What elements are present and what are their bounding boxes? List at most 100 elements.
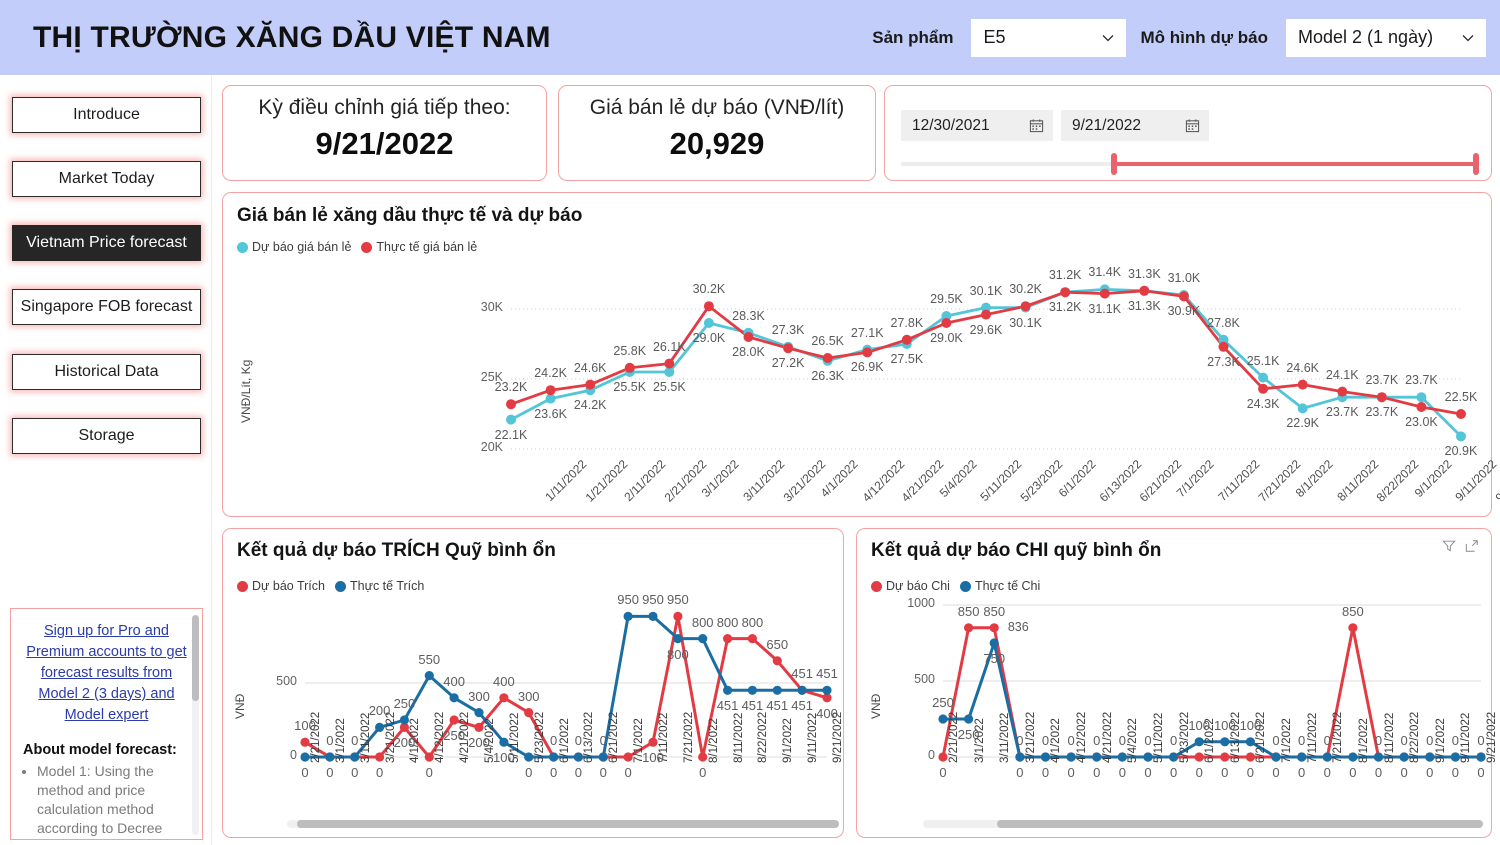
calendar-icon[interactable]	[1185, 118, 1200, 133]
data-label: 26.3K	[811, 368, 844, 383]
data-label: 0	[301, 765, 309, 780]
data-label: 29.0K	[930, 331, 963, 345]
data-label: 100	[1239, 717, 1262, 733]
data-label: 650	[766, 636, 789, 652]
kpi-value: 9/21/2022	[315, 126, 454, 161]
sidebar-item-label: Singapore FOB forecast	[20, 298, 193, 315]
calendar-icon[interactable]	[1029, 118, 1044, 133]
data-label: 0	[599, 733, 607, 748]
signup-link[interactable]: Sign up for Pro and Premium accounts to …	[23, 621, 190, 726]
data-label: 31.0K	[1167, 271, 1201, 285]
about-model-item: Model 1: Using the method and price calc…	[37, 762, 190, 839]
sidebar-item-singapore-fob-forecast[interactable]: Singapore FOB forecast	[12, 289, 201, 325]
data-label: 850	[1342, 603, 1364, 619]
date-slider-handle-end[interactable]	[1473, 153, 1479, 175]
y-axis-tick: 1000	[907, 596, 935, 610]
chart-scrollbar-thumb[interactable]	[997, 820, 1483, 828]
sidebar-item-storage[interactable]: Storage	[12, 418, 201, 454]
data-label: 27.8K	[1207, 315, 1240, 330]
kpi-card-forecast-price: Giá bán lẻ dự báo (VNĐ/lít) 20,929	[558, 85, 876, 181]
data-label: 22.5K	[1444, 390, 1478, 404]
data-label: 24.3K	[1246, 396, 1280, 411]
data-label: 451	[816, 666, 838, 682]
data-label: 300	[468, 688, 490, 704]
model-slicer[interactable]: Model 2 (1 ngày)	[1286, 18, 1486, 57]
data-label: 400	[816, 705, 838, 721]
header-controls: Sản phẩm E5 Mô hình dự báo Model 2 (1 ng…	[872, 18, 1500, 57]
data-label: 30.1K	[969, 283, 1003, 298]
data-label: 29.0K	[692, 331, 726, 345]
sidebar-item-label: Vietnam Price forecast	[26, 234, 187, 251]
data-label: 0	[624, 765, 632, 780]
y-axis-tick: 500	[914, 672, 935, 686]
x-axis-tick: 8/22/2022	[757, 711, 770, 763]
data-label: 20.9K	[1444, 444, 1478, 459]
sidebar-item-market-today[interactable]: Market Today	[12, 161, 201, 197]
data-label: 30.2K	[692, 282, 726, 297]
data-label: 0	[1169, 733, 1178, 748]
x-axis-tick: 8/1/2022	[707, 718, 720, 763]
kpi-value: 20,929	[669, 126, 765, 161]
data-label: 0	[525, 765, 533, 780]
data-label: 400	[443, 673, 465, 689]
data-label: 800	[741, 614, 764, 630]
data-label: 27.1K	[850, 325, 884, 340]
data-label: 400	[492, 673, 515, 689]
about-model-list: Model 1: Using the method and price calc…	[23, 762, 190, 839]
sidebar-item-historical-data[interactable]: Historical Data	[12, 354, 201, 390]
data-label: 31.1K	[1088, 301, 1122, 316]
data-label: 24.1K	[1325, 367, 1359, 382]
chevron-down-icon[interactable]	[1100, 30, 1116, 46]
start-date-value: 12/30/2021	[912, 116, 990, 134]
chi-fund-chart-panel: Kết quả dự báo CHI quỹ bình ổn Dự báo Ch…	[856, 528, 1498, 839]
chevron-down-icon[interactable]	[1460, 30, 1476, 46]
data-label: 23.6K	[534, 406, 567, 421]
product-slicer-value: E5	[983, 27, 1006, 47]
promo-scrollbar-thumb[interactable]	[192, 615, 199, 701]
sidebar-item-introduce[interactable]: Introduce	[12, 97, 201, 133]
data-label: 27.8K	[890, 315, 924, 330]
data-label: 200	[393, 735, 416, 751]
start-date-field[interactable]: 12/30/2021	[901, 110, 1053, 141]
data-label: 0	[351, 733, 359, 748]
data-label: 0	[699, 765, 707, 780]
data-label: 300	[517, 688, 540, 704]
sidebar-item-vietnam-price-forecast[interactable]: Vietnam Price forecast	[12, 225, 201, 261]
data-label: 950	[642, 592, 664, 608]
data-label: 28.0K	[732, 345, 765, 359]
chart-scrollbar-thumb[interactable]	[297, 820, 839, 828]
data-label: 28.3K	[732, 308, 765, 323]
data-label: 100	[294, 718, 316, 734]
retail-price-chart-panel: Giá bán lẻ xăng dầu thực tế và dự báo Dự…	[222, 192, 1500, 517]
x-axis-tick: 8/11/2022	[732, 712, 745, 763]
date-slider-handle-start[interactable]	[1111, 153, 1118, 175]
trich-fund-chart-panel: Kết quả dự báo TRÍCH Quỹ bình ổn Dự báo …	[222, 528, 844, 838]
product-slicer[interactable]: E5	[971, 18, 1127, 57]
product-slicer-label: Sản phẩm	[872, 27, 954, 47]
data-label: 0	[1477, 765, 1485, 780]
data-label: 30.2K	[1009, 282, 1042, 297]
end-date-field[interactable]: 9/21/2022	[1061, 110, 1209, 141]
model-slicer-value: Model 2 (1 ngày)	[1298, 27, 1434, 47]
data-label: 850	[983, 603, 1006, 619]
data-label: 31.3K	[1127, 266, 1161, 281]
data-label: 200	[468, 735, 490, 751]
data-label: 550	[418, 651, 441, 667]
data-label: 25.5K	[652, 380, 686, 394]
y-axis-tick: 20K	[480, 440, 503, 454]
model-slicer-label: Mô hình dự báo	[1140, 27, 1268, 47]
data-label: 27.2K	[771, 356, 805, 371]
data-label: 27.5K	[890, 352, 924, 366]
date-slider-range[interactable]	[1114, 162, 1477, 166]
data-label: 0	[1323, 733, 1331, 748]
kpi-label: Kỳ điều chỉnh giá tiếp theo:	[258, 96, 511, 119]
y-axis-tick: 500	[276, 674, 297, 688]
data-label: 31.2K	[1048, 268, 1082, 283]
date-range-slicer[interactable]: 12/30/2021 9/21/2022	[884, 85, 1492, 181]
data-label: 24.2K	[534, 366, 567, 381]
data-label: 23.0K	[1405, 415, 1438, 429]
data-label: 25.5K	[613, 380, 647, 394]
data-label: 26.1K	[652, 339, 686, 354]
data-label: 451	[766, 698, 789, 714]
chi-fund-plot: 0 500 1000 2/21/2022 3/1/2022 3/11/2022 3/21/2…	[857, 529, 1498, 839]
